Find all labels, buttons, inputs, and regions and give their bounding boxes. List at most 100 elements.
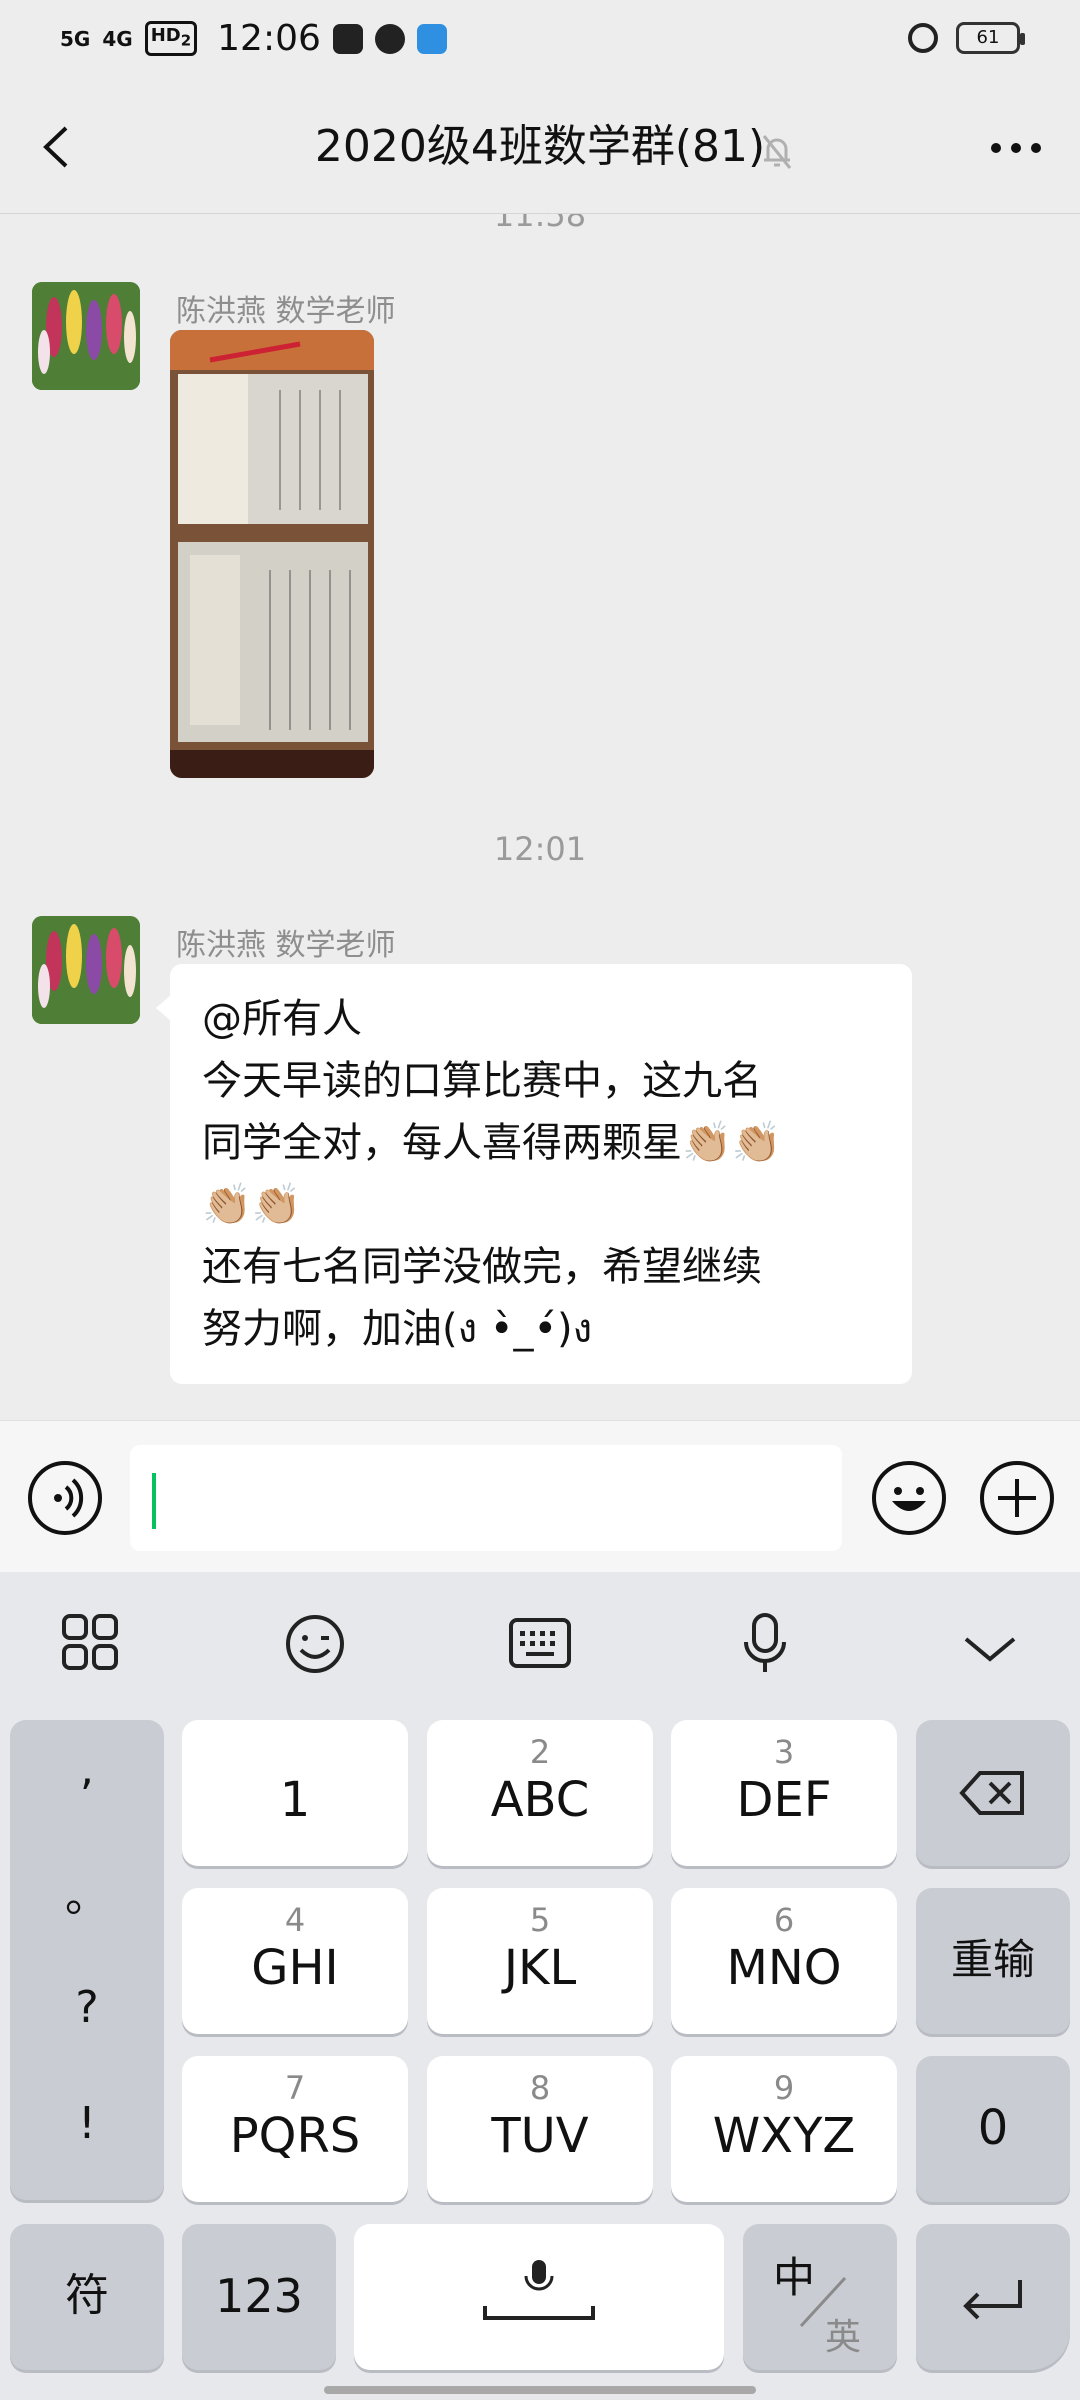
key-letters: JKL <box>503 1940 577 1996</box>
sender-avatar[interactable] <box>32 282 140 390</box>
status-right: 61 <box>908 22 1025 54</box>
key-3-def[interactable]: 3 DEF <box>671 1720 897 1866</box>
voice-icon <box>54 1478 84 1518</box>
voice-dictation-button[interactable] <box>725 1612 805 1692</box>
punctuation-column[interactable]: , 。 ? ! <box>10 1720 164 2200</box>
grid-icon <box>62 1614 118 1670</box>
symbol-key[interactable]: 符 <box>10 2224 164 2370</box>
numeric-key[interactable]: 123 <box>182 2224 336 2370</box>
group-title: 2020级4班数学群(81) <box>314 121 766 172</box>
hd-label: HD <box>150 25 181 47</box>
lang-en-label: 英 <box>825 2317 862 2358</box>
key-letters: GHI <box>251 1940 339 1996</box>
timestamp-mid: 12:01 <box>493 830 587 868</box>
message-photo[interactable] <box>170 330 374 778</box>
zero-label: 0 <box>977 2100 1009 2156</box>
key-number: 3 <box>773 1733 795 1771</box>
text-caret <box>152 1473 156 1529</box>
more-options-button[interactable] <box>988 124 1044 180</box>
symbol-label: 符 <box>65 2270 109 2321</box>
key-0[interactable]: 0 <box>916 2056 1070 2202</box>
punct-comma[interactable]: , <box>10 1744 164 1795</box>
key-9-wxyz[interactable]: 9 WXYZ <box>671 2056 897 2202</box>
punct-exclaim[interactable]: ! <box>10 2098 164 2149</box>
message-input[interactable] <box>130 1445 842 1551</box>
key-number: 6 <box>773 1901 795 1939</box>
sender-avatar[interactable] <box>32 916 140 1024</box>
keyboard-icon <box>509 1618 571 1668</box>
key-number: 8 <box>529 2069 551 2107</box>
emoji-button[interactable] <box>872 1461 946 1535</box>
key-letters: PQRS <box>229 2108 361 2164</box>
flower-avatar-image <box>32 282 140 390</box>
key-2-abc[interactable]: 2 ABC <box>427 1720 653 1866</box>
key-number: 5 <box>529 1901 551 1939</box>
collapse-keyboard-button[interactable] <box>950 1612 1030 1692</box>
punct-period[interactable]: 。 <box>10 1860 164 1924</box>
key-number: 2 <box>529 1733 551 1771</box>
apps-grid-button[interactable] <box>50 1612 130 1692</box>
key-7-pqrs[interactable]: 7 PQRS <box>182 2056 408 2202</box>
key-letters: TUV <box>491 2108 589 2164</box>
battery-icon: 61 <box>956 22 1025 54</box>
key-4-ghi[interactable]: 4 GHI <box>182 1888 408 2034</box>
key-letters: 1 <box>279 1772 311 1828</box>
status-time: 12:06 <box>217 18 321 59</box>
backspace-icon <box>959 1771 1024 1815</box>
hd-badge: HD2 <box>144 21 198 56</box>
home-indicator[interactable] <box>324 2386 756 2394</box>
retype-label: 重输 <box>950 1935 1035 1984</box>
key-number: 4 <box>284 1901 306 1939</box>
punct-question[interactable]: ? <box>10 1982 164 2033</box>
more-dots-icon <box>991 143 1041 153</box>
keyboard: , 。 ? ! 1 2 ABC 3 DEF 4 GHI 5 JKL 6 MNO … <box>0 1572 1080 2400</box>
status-left: 5G 4G HD2 12:06 <box>60 18 447 59</box>
key-letters: ABC <box>490 1772 590 1828</box>
input-bar <box>0 1420 1080 1572</box>
more-input-button[interactable] <box>980 1461 1054 1535</box>
worksheet-photo-image <box>170 330 374 778</box>
retype-key[interactable]: 重输 <box>916 1888 1070 2034</box>
sender-name: 陈洪燕 数学老师 <box>176 928 396 963</box>
space-mic-icon <box>483 2260 595 2320</box>
emoji-wink-icon <box>286 1615 344 1673</box>
plus-icon <box>998 1479 1036 1517</box>
signal-5g-icon: 5G <box>60 26 91 51</box>
chevron-down-icon <box>964 1637 1016 1662</box>
flower-avatar-image <box>32 916 140 1024</box>
space-key[interactable] <box>354 2224 724 2370</box>
mute-bell-icon <box>760 132 794 180</box>
smiley-icon <box>892 1487 926 1511</box>
app-notification-icon <box>416 23 447 54</box>
key-letters: WXYZ <box>712 2108 856 2164</box>
signal-4g-icon: 4G <box>102 26 133 51</box>
microphone-icon <box>744 1613 786 1672</box>
timestamp-top: 11:58 <box>493 214 587 234</box>
key-5-jkl[interactable]: 5 JKL <box>427 1888 653 2034</box>
keyboard-switch-button[interactable] <box>500 1612 580 1692</box>
message-bubble[interactable]: @所有人 今天早读的口算比赛中，这九名 同学全对，每人喜得两颗星👏🏼👏🏼 👏🏼👏… <box>156 964 912 1384</box>
hd-sub: 2 <box>180 31 192 50</box>
sender-name: 陈洪燕 数学老师 <box>176 294 396 329</box>
chat-messages[interactable]: 11:58 陈洪燕 数学老师 12:01 陈洪燕 数学老师 @所有人 今天早读的… <box>0 214 1080 1420</box>
status-bar: 5G 4G HD2 12:06 61 <box>0 0 1080 80</box>
key-1[interactable]: 1 <box>182 1720 408 1866</box>
language-switch-key[interactable]: 中 英 <box>743 2224 897 2370</box>
key-letters: MNO <box>726 1940 842 1996</box>
key-number: 9 <box>773 2069 795 2107</box>
enter-key[interactable] <box>916 2224 1070 2370</box>
key-number: 7 <box>284 2069 306 2107</box>
mail-notification-icon <box>332 23 363 54</box>
key-6-mno[interactable]: 6 MNO <box>671 1888 897 2034</box>
alarm-icon <box>908 23 938 53</box>
key-number <box>182 1734 408 1770</box>
chat-header: 2020级4班数学群(81) <box>0 80 1080 214</box>
chat-notification-icon <box>374 23 405 54</box>
numeric-label: 123 <box>215 2269 303 2323</box>
voice-input-button[interactable] <box>28 1461 102 1535</box>
key-letters: DEF <box>736 1772 832 1828</box>
enter-icon <box>963 2280 1022 2320</box>
key-8-tuv[interactable]: 8 TUV <box>427 2056 653 2202</box>
keyboard-emoji-button[interactable] <box>275 1612 355 1692</box>
backspace-key[interactable] <box>916 1720 1070 1866</box>
